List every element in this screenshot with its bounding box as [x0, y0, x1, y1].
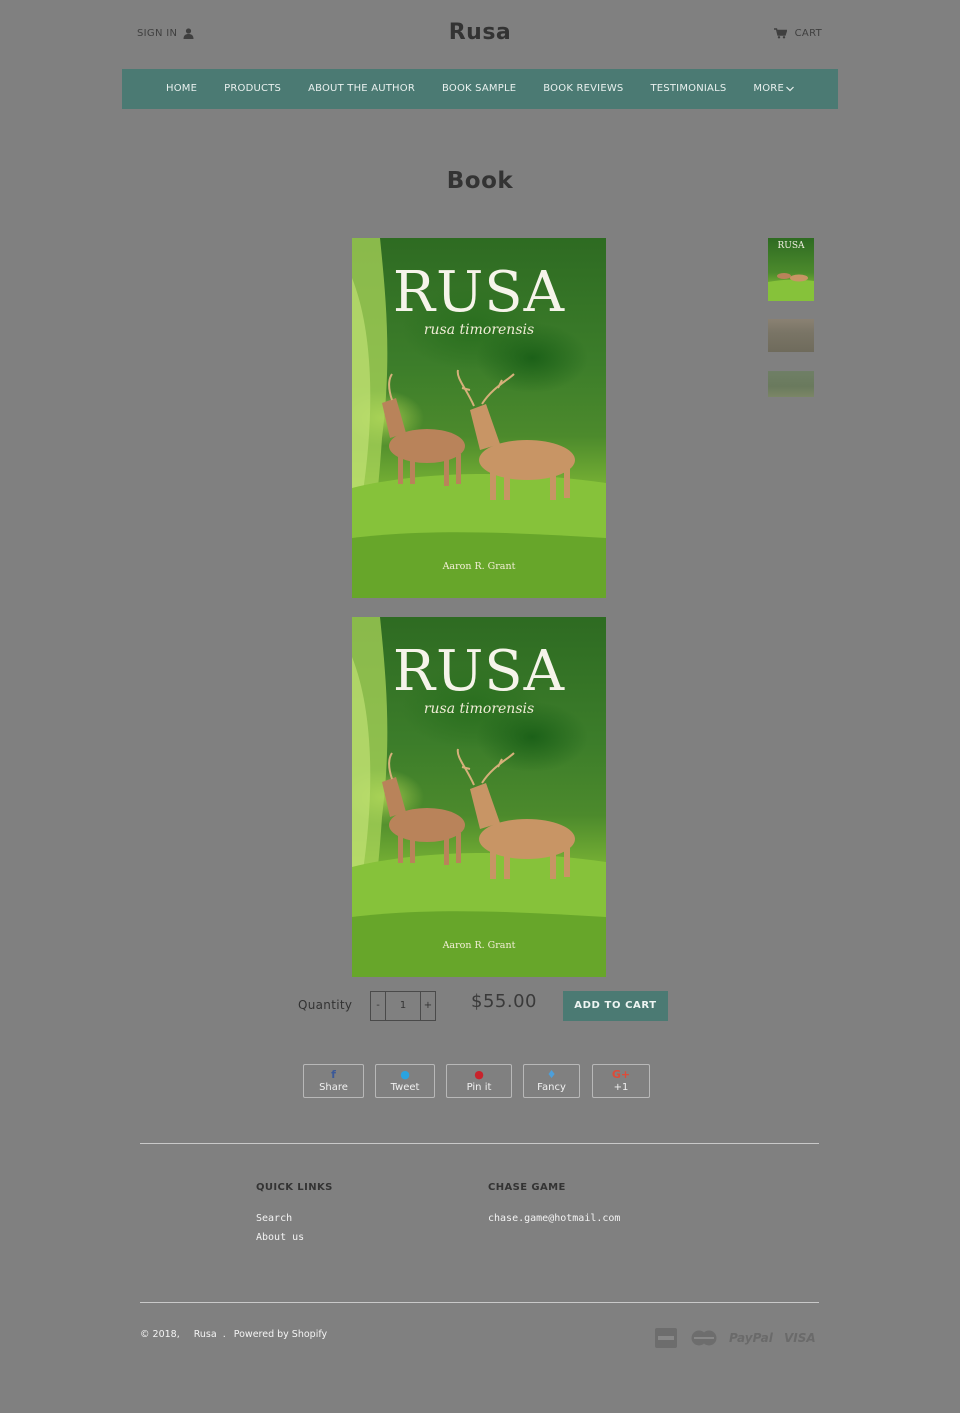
cover-title: RUSA: [392, 260, 566, 325]
product-price: $55.00: [471, 991, 537, 1012]
share-google-plus-label: +1: [613, 1082, 629, 1093]
share-google-plus-button[interactable]: G+ +1: [592, 1064, 650, 1098]
thumbnail-2[interactable]: [768, 319, 814, 352]
share-facebook-label: Share: [319, 1082, 348, 1093]
footer-link-about-us[interactable]: About us: [256, 1232, 304, 1243]
footer-link-search[interactable]: Search: [256, 1213, 292, 1224]
paypal-icon: PayPal: [729, 1331, 773, 1345]
cart-label: CART: [794, 28, 822, 39]
contact-heading: CHASE GAME: [488, 1182, 566, 1193]
copyright-text: © 2018,: [140, 1329, 180, 1340]
facebook-icon: f: [331, 1068, 336, 1081]
footer-divider-bottom: [140, 1302, 819, 1303]
pinterest-icon: ●: [474, 1068, 484, 1081]
share-pinterest-button[interactable]: ● Pin it: [446, 1064, 512, 1098]
visa-icon: VISA: [784, 1331, 816, 1345]
product-image-main[interactable]: RUSA rusa timorensis Aaron R. Grant: [352, 238, 606, 598]
share-fancy-button[interactable]: ♦ Fancy: [523, 1064, 580, 1098]
nav-item-more-label: MORE: [753, 83, 784, 94]
nav-item-about-the-author[interactable]: ABOUT THE AUTHOR: [295, 69, 429, 109]
cover-author: Aaron R. Grant: [442, 940, 516, 951]
amex-icon: [655, 1328, 677, 1348]
share-facebook-button[interactable]: f Share: [303, 1064, 364, 1098]
chevron-down-icon: [786, 86, 794, 92]
share-pinterest-label: Pin it: [466, 1082, 492, 1093]
cover-subtitle: rusa timorensis: [423, 701, 535, 717]
twitter-icon: ●: [400, 1068, 410, 1081]
cover-subtitle: rusa timorensis: [423, 322, 535, 338]
footer-divider-top: [140, 1143, 819, 1144]
nav-item-testimonials[interactable]: TESTIMONIALS: [637, 69, 740, 109]
cart-link[interactable]: CART: [773, 28, 822, 39]
cover-author: Aaron R. Grant: [442, 561, 516, 572]
google-plus-icon: G+: [611, 1068, 631, 1081]
nav-item-more[interactable]: MORE: [740, 69, 808, 109]
nav-item-book-sample[interactable]: BOOK SAMPLE: [429, 69, 530, 109]
mastercard-icon: [691, 1330, 717, 1346]
powered-by-shopify-link[interactable]: Powered by Shopify: [234, 1329, 327, 1340]
nav-item-book-reviews[interactable]: BOOK REVIEWS: [530, 69, 637, 109]
thumbnail-artwork: [768, 273, 814, 301]
shop-name-link[interactable]: Rusa: [194, 1329, 217, 1340]
quantity-input[interactable]: 1: [385, 992, 421, 1020]
quantity-label: Quantity: [298, 998, 353, 1012]
main-nav: HOME PRODUCTS ABOUT THE AUTHOR BOOK SAMP…: [122, 69, 838, 109]
nav-item-home[interactable]: HOME: [153, 69, 211, 109]
copyright-separator: .: [222, 1329, 226, 1340]
copyright: © 2018, Rusa . Powered by Shopify: [140, 1329, 327, 1340]
thumbnail-1[interactable]: RUSA: [768, 238, 814, 301]
cover-title: RUSA: [392, 639, 566, 704]
quantity-increase-button[interactable]: +: [421, 992, 435, 1020]
thumbnail-3[interactable]: [768, 371, 814, 397]
share-fancy-label: Fancy: [537, 1082, 566, 1093]
share-twitter-button[interactable]: ● Tweet: [375, 1064, 435, 1098]
page-title: Book: [446, 168, 514, 194]
fancy-icon: ♦: [546, 1068, 557, 1081]
nav-item-products[interactable]: PRODUCTS: [211, 69, 295, 109]
quick-links-heading: QUICK LINKS: [256, 1182, 333, 1193]
quantity-stepper: - 1 +: [370, 991, 436, 1021]
share-twitter-label: Tweet: [390, 1082, 420, 1093]
cart-icon: [773, 28, 787, 39]
quantity-decrease-button[interactable]: -: [371, 992, 385, 1020]
add-to-cart-button[interactable]: ADD TO CART: [563, 991, 668, 1021]
contact-email-link[interactable]: chase.game@hotmail.com: [488, 1213, 620, 1224]
product-image-secondary[interactable]: RUSA rusa timorensis Aaron R. Grant: [352, 617, 606, 977]
